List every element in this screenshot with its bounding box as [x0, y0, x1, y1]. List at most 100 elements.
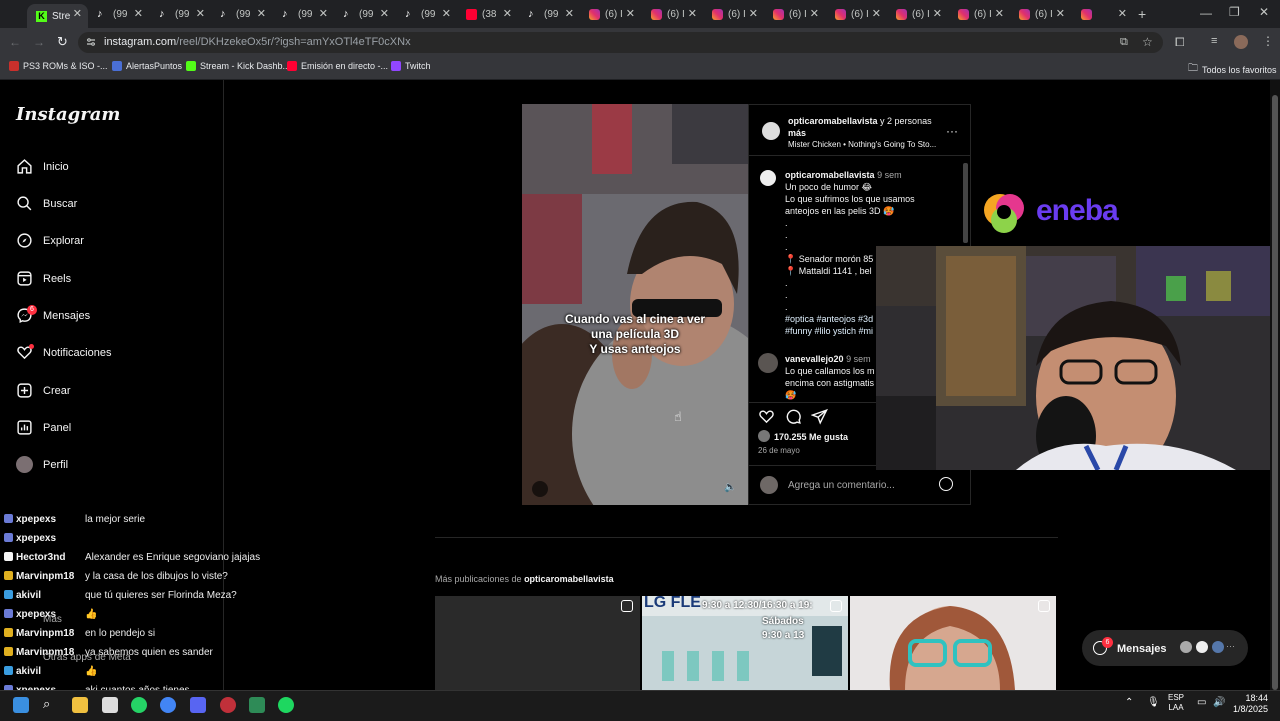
sidebar-item-inicio[interactable]: Inicio — [16, 158, 69, 175]
browser-menu-icon[interactable]: ⋮ — [1262, 34, 1274, 48]
browser-tab[interactable]: ♪ (99 ✕ — [150, 4, 211, 24]
comment-author[interactable]: vanevallejo20 — [785, 354, 844, 364]
browser-tab[interactable]: ♪ (99 ✕ — [273, 4, 334, 24]
chrome-icon[interactable] — [160, 697, 176, 713]
hashtags-line[interactable]: #optica #anteojos #3d — [785, 314, 873, 324]
bookmark-twitch[interactable]: Twitch — [391, 61, 431, 71]
discord-icon[interactable] — [190, 697, 206, 713]
close-window-button[interactable]: ✕ — [1259, 5, 1269, 19]
close-tab-icon[interactable]: ✕ — [995, 7, 1004, 20]
browser-tab[interactable]: K Stre ✕ — [27, 4, 88, 28]
whatsapp-icon[interactable] — [131, 697, 147, 713]
microphone-icon[interactable]: 🎙 — [1147, 697, 1160, 708]
tray-chevron-icon[interactable]: ⌃ — [1125, 697, 1133, 708]
windows-start-icon[interactable] — [13, 697, 29, 713]
sidebar-item-crear[interactable]: Crear — [16, 382, 71, 399]
browser-tab[interactable]: ♪ (99 ✕ — [396, 4, 457, 24]
close-tab-icon[interactable]: ✕ — [257, 7, 266, 20]
profile-avatar[interactable] — [1234, 35, 1248, 49]
browser-tab[interactable]: (38 ✕ — [457, 4, 518, 24]
all-bookmarks[interactable]: 🗀 Todos los favoritos — [1188, 61, 1277, 78]
sidebar-item-explorar[interactable]: Explorar — [16, 232, 84, 249]
sidebar-meta-apps[interactable]: Otras apps de Meta — [43, 652, 131, 663]
close-tab-icon[interactable]: ✕ — [319, 7, 328, 20]
caption-author[interactable]: opticaromabellavista — [785, 170, 875, 180]
comment-button[interactable] — [785, 408, 802, 425]
volume-icon[interactable]: 🔈 — [724, 482, 736, 493]
bookmark-alertas[interactable]: AlertasPuntos — [112, 61, 182, 71]
reel-video[interactable]: 🔈 — [522, 104, 748, 505]
site-info-icon[interactable] — [86, 37, 96, 47]
browser-tab[interactable]: ♪ (99 ✕ — [334, 4, 395, 24]
instagram-logo[interactable]: Instagram — [16, 104, 120, 125]
close-tab-icon[interactable]: ✕ — [1056, 7, 1065, 20]
post-thumbnail[interactable] — [435, 596, 640, 690]
sidebar-item-buscar[interactable]: Buscar — [16, 195, 77, 212]
browser-tab[interactable]: ♪ (99 ✕ — [88, 4, 149, 24]
file-explorer-icon[interactable] — [72, 697, 88, 713]
search-icon[interactable]: ⌕ — [43, 696, 50, 712]
author-name[interactable]: opticaromabellavista — [788, 116, 878, 126]
emoji-icon[interactable] — [939, 477, 953, 491]
browser-tab[interactable]: (6) I ✕ — [826, 4, 887, 24]
browser-tab[interactable]: (6) I ✕ — [887, 4, 948, 24]
volume-icon[interactable]: 🔊 — [1213, 697, 1225, 708]
more-options-icon[interactable]: ··· — [946, 124, 958, 138]
browser-tab[interactable]: ♪ (99 ✕ — [519, 4, 580, 24]
page-scrollbar-thumb[interactable] — [1272, 95, 1278, 690]
network-icon[interactable]: ▭ — [1197, 697, 1206, 708]
close-tab-icon[interactable]: ✕ — [626, 7, 635, 20]
browser-tab[interactable]: (6) I ✕ — [642, 4, 703, 24]
browser-tab[interactable]: (6) I ✕ — [949, 4, 1010, 24]
browser-tab[interactable]: (6) I ✕ — [1010, 4, 1071, 24]
tagged-user-icon[interactable] — [532, 481, 548, 497]
post-thumbnail[interactable] — [850, 596, 1056, 690]
like-button[interactable] — [758, 408, 775, 425]
sidebar-item-panel[interactable]: Panel — [16, 419, 71, 436]
sidebar-item-reels[interactable]: Reels — [16, 270, 71, 287]
comments-scrollbar[interactable] — [963, 163, 968, 243]
close-tab-icon[interactable]: ✕ — [810, 7, 819, 20]
bookmark-kick[interactable]: Stream - Kick Dashb... — [186, 61, 290, 71]
install-app-icon[interactable]: ⧉ — [1120, 36, 1128, 49]
close-tab-icon[interactable]: ✕ — [380, 7, 389, 20]
comment-input[interactable]: Agrega un comentario... — [788, 480, 895, 491]
browser-tab[interactable]: (6) I ✕ — [580, 4, 641, 24]
language-indicator[interactable]: ESP LAA — [1168, 693, 1184, 713]
close-tab-icon[interactable]: ✕ — [442, 7, 451, 20]
close-tab-icon[interactable]: ✕ — [749, 7, 758, 20]
author-avatar[interactable] — [762, 122, 780, 140]
obs-icon[interactable] — [220, 697, 236, 713]
app-icon[interactable] — [249, 697, 265, 713]
bookmark-ps3[interactable]: PS3 ROMs & ISO -... — [9, 61, 108, 71]
sidebar-item-perfil[interactable]: Perfil — [16, 456, 68, 473]
close-tab-icon[interactable]: ✕ — [196, 7, 205, 20]
sidebar-more[interactable]: Más — [43, 614, 62, 625]
close-tab-icon[interactable]: ✕ — [73, 7, 82, 20]
bookmark-youtube[interactable]: Emisión en directo -... — [287, 61, 388, 71]
restore-button[interactable]: ❐ — [1229, 5, 1240, 19]
close-tab-icon[interactable]: ✕ — [565, 7, 574, 20]
bookmark-star-icon[interactable]: ☆ — [1142, 35, 1153, 49]
store-icon[interactable] — [102, 697, 118, 713]
close-tab-icon[interactable]: ✕ — [933, 7, 942, 20]
browser-tab[interactable]: (6) I ✕ — [703, 4, 764, 24]
post-thumbnail[interactable]: LG FLE 9:30 a 12:30/16:30 a 19: Sábados … — [642, 596, 848, 690]
extensions-icon[interactable]: ⧠ — [1175, 35, 1185, 50]
close-tab-icon[interactable]: ✕ — [134, 7, 143, 20]
browser-tab[interactable]: ♪ (99 ✕ — [211, 4, 272, 24]
caption-avatar[interactable] — [760, 170, 776, 186]
commenter-avatar[interactable] — [758, 353, 778, 373]
likes-count[interactable]: 170.255 Me gusta — [774, 432, 848, 442]
media-control-icon[interactable]: ≡ — [1211, 35, 1217, 47]
coauthors-text[interactable]: y 2 personas — [878, 116, 932, 126]
taskbar-clock[interactable]: 18:44 1/8/2025 — [1233, 693, 1268, 715]
minimize-button[interactable]: — — [1200, 6, 1212, 20]
browser-tab[interactable]: (6) I ✕ — [764, 4, 825, 24]
browser-tab[interactable]: ✕ — [1072, 4, 1133, 24]
reload-button[interactable]: ↻ — [57, 34, 68, 50]
hashtags-line[interactable]: #funny #lilo ystich #mi — [785, 326, 873, 336]
new-tab-button[interactable]: + — [1138, 6, 1146, 22]
spotify-icon[interactable] — [278, 697, 294, 713]
close-tab-icon[interactable]: ✕ — [503, 7, 512, 20]
